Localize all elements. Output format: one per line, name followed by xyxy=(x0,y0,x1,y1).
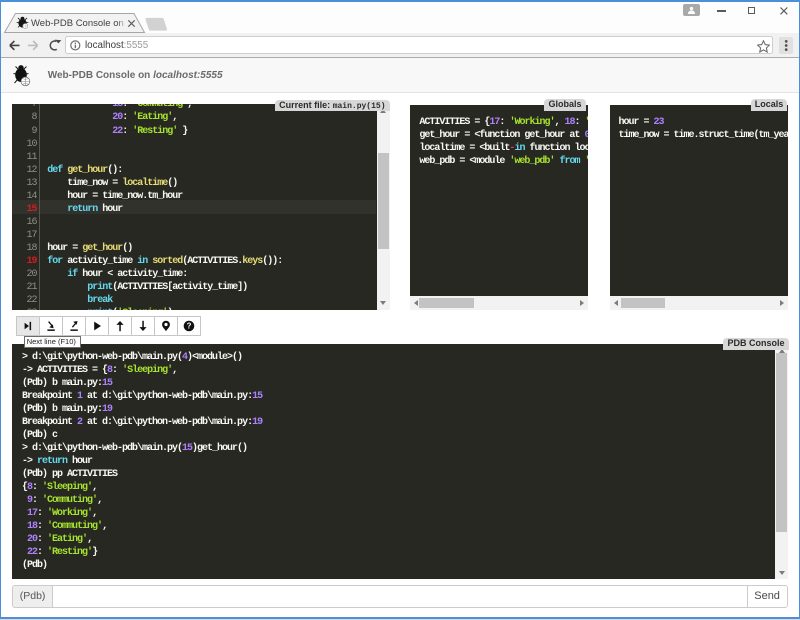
svg-text:?: ? xyxy=(186,321,191,330)
